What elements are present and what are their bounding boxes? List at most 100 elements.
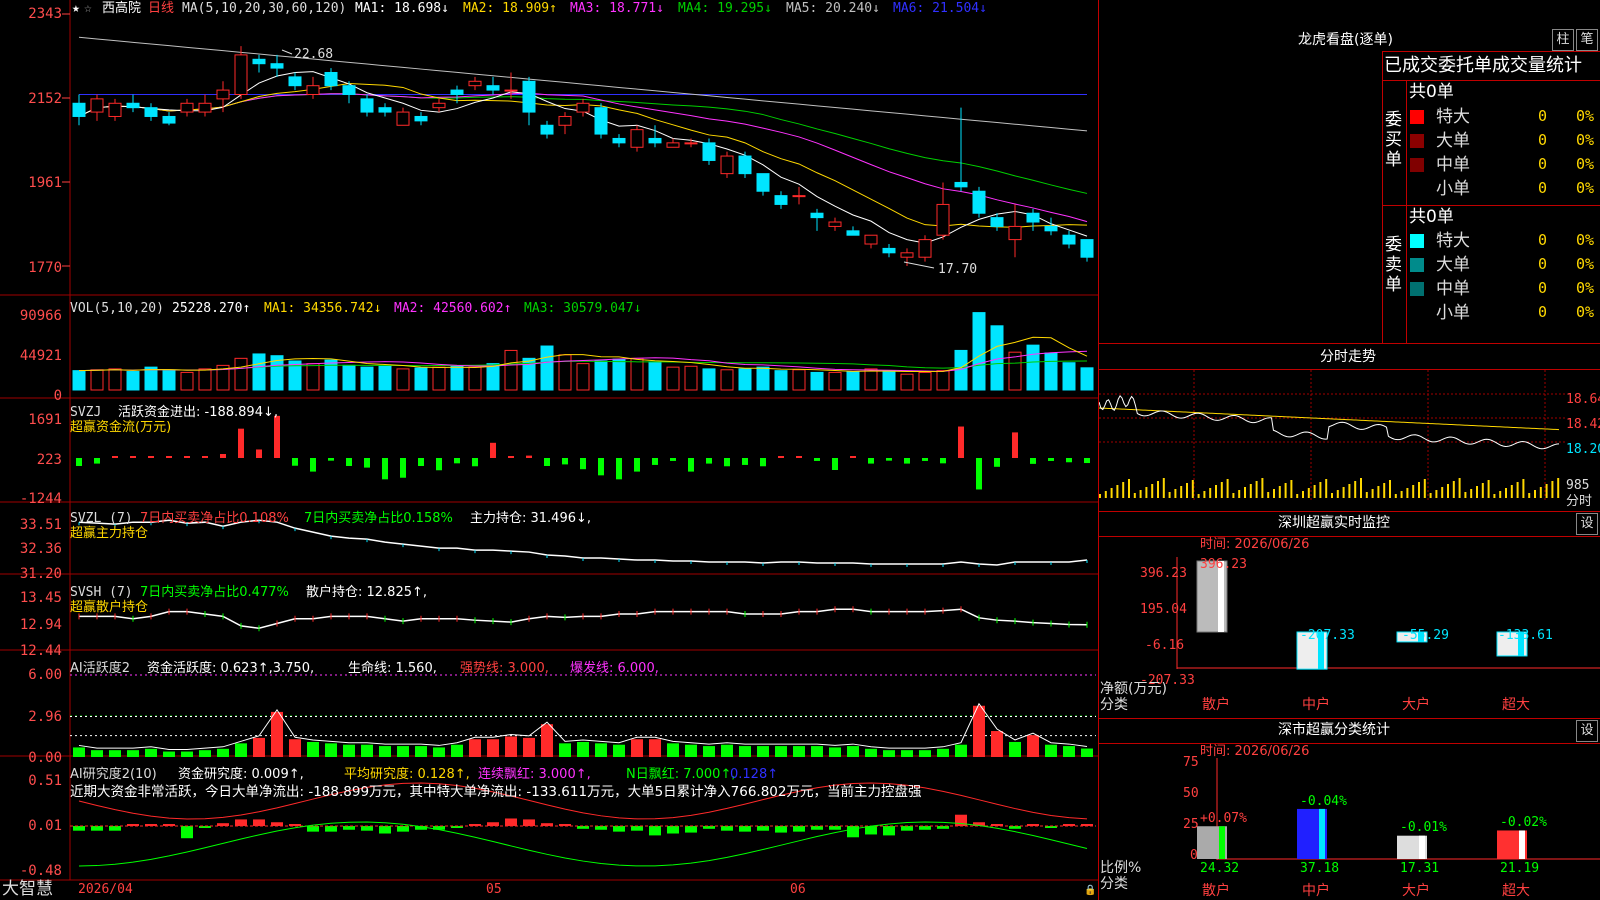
intraday-vol-label: 分时 [1566,494,1593,509]
sz-class-tick-3: 25 [1183,817,1199,832]
candle-body [684,142,698,145]
volume-bar [396,368,410,391]
fund-flow-bar [670,458,676,461]
intraday-vol-bar [1302,491,1304,498]
lock-icon[interactable]: 🔒 [1084,883,1096,898]
svsh-tick-2: 12.94 [19,617,62,633]
fund-flow-bar [850,456,856,458]
candle-body [720,155,734,175]
star-outline-icon[interactable]: ☆ [84,1,92,16]
low-arrow [903,261,935,269]
ma3-value: MA3: 18.771↓ [570,1,664,16]
sz-class-settings-button[interactable]: 设 [1576,720,1598,742]
intraday-vol-bar [1551,481,1554,498]
buy-xl-label: 特大 [1436,107,1470,127]
intraday-chart[interactable] [1099,370,1565,510]
candle-body [990,217,1004,227]
ma4-value: MA4: 19.295↓ [678,1,772,16]
intraday-vol-bar [1348,484,1351,498]
intraday-vol-bar [1099,494,1101,498]
activity-bar [235,743,247,757]
ai2-tick-2: 0.01 [28,818,62,834]
activity-bar [325,743,337,757]
fund-flow-bar [922,458,928,461]
candle-body [594,107,608,135]
intraday-vol-bar [1197,494,1200,498]
volume-bar [576,363,590,391]
activity-bar [253,737,265,757]
research-bar [235,819,247,826]
intraday-vol-bar [1441,487,1444,498]
dragon-subtitle: 已成交委托单成交量统计 [1384,55,1582,76]
buy-orders-label: 委买单 [1385,110,1402,170]
candle-body [486,85,500,91]
sz-class-tick-4: 0 [1190,848,1198,863]
volume-bar [306,363,320,391]
research-bar [595,826,607,830]
fund-flow-bar [382,458,388,480]
volume-bar [126,371,140,391]
research-bar [919,826,931,830]
volume-bar [828,371,842,391]
activity-bar [469,739,481,757]
activity-bar [793,746,805,757]
activity-bar [541,724,553,757]
intraday-vol-bar [1278,486,1281,498]
volume-bar [684,365,698,391]
tick-mode-button[interactable]: 笔 [1576,29,1598,51]
brand-logo[interactable]: 大智慧 [2,880,53,899]
sz-monitor-settings-button[interactable]: 设 [1576,513,1598,535]
activity-bar [829,747,841,757]
vol-tick-1: 90966 [19,308,62,324]
candle-body [90,98,104,113]
candle-body [1080,239,1094,258]
intraday-vol-bar [1215,485,1217,498]
research-bar [631,826,643,831]
candle-body [1008,225,1022,241]
candle-body [702,142,716,161]
activity-bar [181,751,193,757]
sz-class-chg-3: -0.01% [1400,820,1447,835]
activity-bar [1009,741,1021,757]
intraday-vol-bar [1104,491,1107,498]
intraday-vol-bar [1273,489,1275,498]
research-bar [703,826,715,829]
fund-flow-bar [166,456,172,458]
buy-large-pct: 0% [1576,131,1595,149]
candle-body [864,234,878,245]
candle-body [288,76,302,87]
sz-class-cat-3: 大户 [1402,883,1430,899]
star-icon[interactable]: ★ [72,1,80,16]
candle-body [432,102,446,109]
ma5-value: MA5: 20.240↓ [786,1,880,16]
column-mode-button[interactable]: 柱 [1552,29,1574,51]
intraday-vol-bar [1447,484,1449,498]
sell-orders-label: 委卖单 [1385,235,1402,295]
intraday-vol-bar [1191,480,1194,498]
price-tick-4: 1770 [28,260,62,276]
sell-small-pct: 0% [1576,303,1595,321]
intraday-vol-bar [1499,491,1502,498]
fund-flow-bar [94,458,100,464]
fund-flow-bar [958,426,964,458]
intraday-vol-bar [1128,479,1130,498]
sz-monitor-label-3: -55.29 [1402,628,1449,643]
vol-ma1: MA1: 34356.742↓ [264,301,382,316]
sz-class-value-4: 21.19 [1500,861,1540,876]
ai2-note: 近期大资金非常活跃，今日大单净流出: -188.899万元，其中特大单净流出: … [70,784,922,800]
candle-body [630,129,644,148]
main-chart-canvas[interactable] [0,0,1098,900]
sz-class-value-1: 24.32 [1200,861,1240,876]
vol-value: 25228.270↑ [172,301,251,316]
fund-flow-bar [1030,458,1036,464]
buy-mid-swatch [1410,158,1424,172]
ma5-line [78,36,1088,132]
period-label[interactable]: 日线 [148,1,174,16]
activity-bar [109,750,121,757]
research-bar [487,822,499,826]
buy-xl-count: 0 [1538,107,1548,125]
fund-flow-bar [472,458,478,467]
candle-body [882,247,896,254]
fund-flow-bar [1012,432,1018,458]
ma2-value: MA2: 18.909↑ [463,1,557,16]
